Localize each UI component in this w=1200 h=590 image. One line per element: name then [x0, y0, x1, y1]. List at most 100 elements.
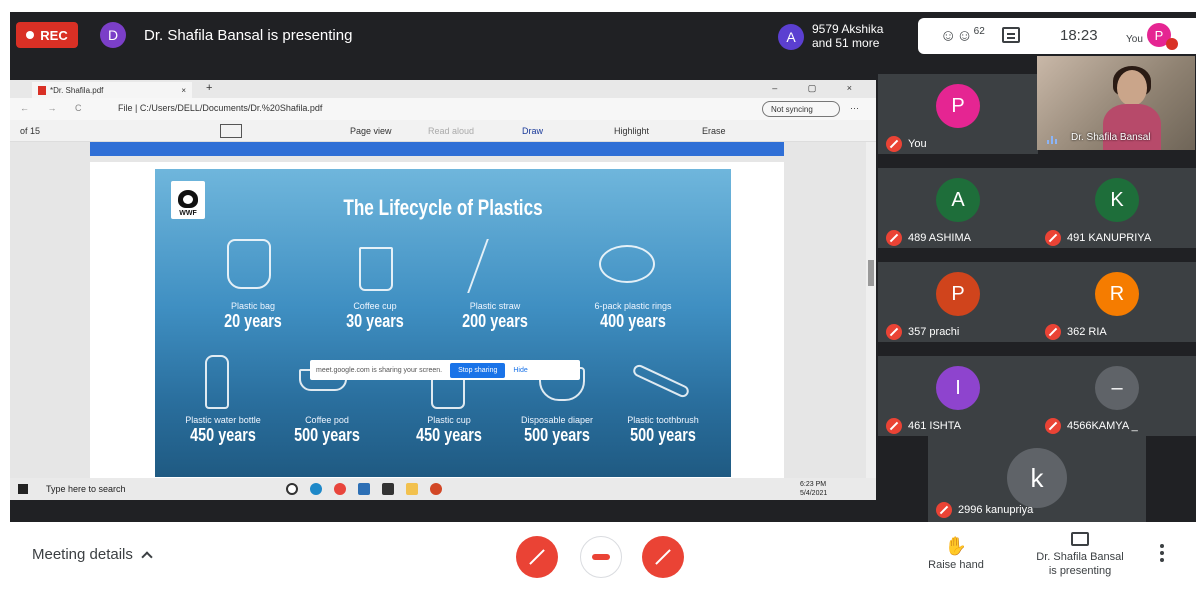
- chat-icon[interactable]: [1002, 27, 1020, 43]
- item-years: 200 years: [462, 311, 528, 331]
- highlight-button[interactable]: Highlight: [614, 126, 649, 136]
- read-aloud-button[interactable]: Read aloud: [428, 126, 474, 136]
- lifecycle-item: Disposable diaper 500 years: [497, 415, 617, 446]
- participant-tile[interactable]: K 491 KANUPRIYA: [1037, 168, 1196, 248]
- lifecycle-item: Plastic bag 20 years: [193, 301, 313, 332]
- browser-tabbar: *Dr. Shafila.pdf × + – ▢ ×: [10, 80, 876, 98]
- people-count: 62: [973, 26, 985, 37]
- lifecycle-item: Plastic toothbrush 500 years: [603, 415, 723, 446]
- lifecycle-slide: WWF The Lifecycle of Plastics Plastic ba…: [155, 169, 731, 477]
- mail-icon[interactable]: [358, 483, 370, 495]
- mic-off-icon: [529, 549, 545, 565]
- item-years: 450 years: [190, 425, 256, 445]
- rec-label: REC: [40, 27, 68, 43]
- stop-sharing-button[interactable]: Stop sharing: [450, 362, 506, 378]
- leave-call-button[interactable]: [580, 536, 622, 578]
- taskbar-search[interactable]: Type here to search: [46, 484, 126, 494]
- windows-start-icon[interactable]: [18, 484, 28, 494]
- participant-tile[interactable]: I 461 ISHTA: [878, 356, 1038, 436]
- people-icon: ☺☺: [940, 27, 973, 45]
- edge-icon[interactable]: [310, 483, 322, 495]
- mic-off-icon: [1045, 324, 1061, 340]
- participant-name: 357 prachi: [908, 326, 960, 338]
- more-icon[interactable]: ···: [850, 103, 859, 113]
- meeting-stage: REC D Dr. Shafila Bansal is presenting A…: [10, 12, 1196, 522]
- participant-tile[interactable]: – 4566KAMYA _: [1037, 356, 1196, 436]
- item-label: Coffee cup: [353, 301, 397, 311]
- powerpoint-icon[interactable]: [430, 483, 442, 495]
- plastic-straw-icon: [467, 239, 547, 293]
- participant-tile[interactable]: k 2996 kanupriya: [928, 436, 1146, 522]
- page-view-button[interactable]: Page view: [350, 126, 392, 136]
- presenting-button[interactable]: Dr. Shafila Bansal is presenting: [1020, 532, 1140, 578]
- mic-off-icon: [886, 324, 902, 340]
- participant-avatar: I: [936, 366, 980, 410]
- akshika-info[interactable]: 9579 Akshika and 51 more: [812, 22, 912, 50]
- item-years: 500 years: [630, 425, 696, 445]
- nav-icons[interactable]: ← → C: [20, 103, 90, 113]
- participant-name: 4566KAMYA _: [1067, 420, 1138, 432]
- presenting-line2: is presenting: [1048, 565, 1112, 577]
- item-years: 400 years: [600, 311, 666, 331]
- tab-close-icon[interactable]: ×: [181, 86, 186, 95]
- more-options-icon[interactable]: [1160, 544, 1164, 564]
- mic-toggle-button[interactable]: [516, 536, 558, 578]
- presenter-body: [1103, 104, 1161, 150]
- scroll-thumb[interactable]: [868, 260, 874, 286]
- pdf-scrollbar[interactable]: [866, 142, 876, 478]
- store-icon[interactable]: [382, 483, 394, 495]
- chrome-icon[interactable]: [334, 483, 346, 495]
- participant-avatar: R: [1095, 272, 1139, 316]
- url-text[interactable]: File | C:/Users/DELL/Documents/Dr.%20Sha…: [118, 103, 322, 113]
- pdf-toolbar: of 15 Page view Read aloud Draw Highligh…: [10, 120, 876, 142]
- lifecycle-item: Plastic straw 200 years: [435, 301, 555, 332]
- meeting-details-button[interactable]: Meeting details: [32, 546, 153, 563]
- zoom-out-button[interactable]: [220, 124, 242, 138]
- camera-toggle-button[interactable]: [642, 536, 684, 578]
- hide-button[interactable]: Hide: [513, 367, 527, 374]
- self-mic-off-icon: [1166, 38, 1178, 50]
- akshika-avatar[interactable]: A: [778, 24, 804, 50]
- raise-hand-label: Raise hand: [928, 559, 984, 571]
- prev-page-edge: [90, 142, 784, 156]
- taskbar-time: 6:23 PM: [800, 481, 827, 488]
- raise-hand-button[interactable]: ✋ Raise hand: [916, 536, 996, 571]
- new-tab-icon[interactable]: +: [206, 82, 212, 94]
- item-years: 30 years: [346, 311, 404, 331]
- mic-off-icon: [936, 502, 952, 518]
- participant-tile[interactable]: A 489 ASHIMA: [878, 168, 1038, 248]
- item-label: Plastic toothbrush: [627, 415, 699, 425]
- item-years: 20 years: [224, 311, 282, 331]
- erase-button[interactable]: Erase: [702, 126, 726, 136]
- participant-tile[interactable]: P 357 prachi: [878, 262, 1038, 342]
- present-screen-icon: [1071, 532, 1089, 546]
- presenting-title: Dr. Shafila Bansal is presenting: [144, 27, 353, 44]
- panda-icon: [178, 190, 198, 208]
- participant-tile[interactable]: R 362 RIA: [1037, 262, 1196, 342]
- participant-tile[interactable]: P You: [878, 74, 1038, 154]
- chevron-up-icon: [141, 551, 153, 563]
- window-controls[interactable]: – ▢ ×: [772, 83, 866, 94]
- meeting-clock: 18:23: [1060, 27, 1098, 44]
- top-right-panel: ☺☺62 18:23 You P: [918, 18, 1196, 54]
- presenting-line1: Dr. Shafila Bansal: [1036, 551, 1124, 563]
- lifecycle-item: Coffee cup 30 years: [315, 301, 435, 332]
- circle-icon[interactable]: [286, 483, 298, 495]
- not-syncing-button[interactable]: Not syncing: [762, 101, 840, 117]
- speaking-indicator-icon: [1047, 134, 1061, 144]
- record-dot-icon: [26, 31, 35, 39]
- browser-tab[interactable]: *Dr. Shafila.pdf ×: [32, 82, 192, 98]
- participant-name: 489 ASHIMA: [908, 232, 971, 244]
- meeting-controls: Meeting details ✋ Raise hand Dr. Shafila …: [10, 522, 1196, 586]
- presenter-tile-name: Dr. Shafila Bansal: [1071, 132, 1151, 143]
- address-bar: ← → C File | C:/Users/DELL/Documents/Dr.…: [10, 98, 876, 120]
- hand-icon: ✋: [944, 536, 968, 556]
- akshika-more: and 51 more: [812, 36, 880, 50]
- presenter-video-tile[interactable]: Dr. Shafila Bansal: [1037, 56, 1195, 150]
- presenter-avatar: D: [100, 22, 126, 48]
- item-label: Disposable diaper: [520, 415, 594, 425]
- folder-icon[interactable]: [406, 483, 418, 495]
- draw-button[interactable]: Draw: [522, 126, 543, 136]
- people-button[interactable]: ☺☺62: [940, 26, 985, 45]
- item-years: 450 years: [416, 425, 482, 445]
